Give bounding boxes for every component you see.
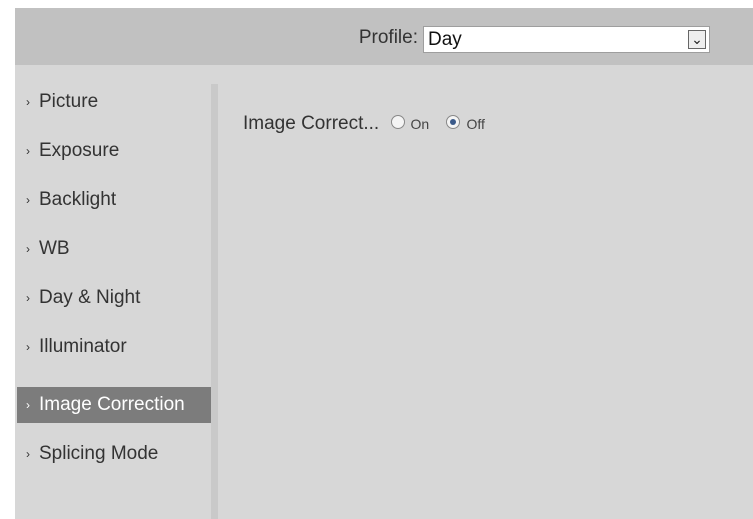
sidebar-item-exposure[interactable]: › Exposure [17,133,211,169]
bullet-icon: › [26,95,30,109]
sidebar-item-image-correction[interactable]: › Image Correction [17,387,211,423]
sidebar-divider [211,84,218,519]
bullet-icon: › [26,398,30,412]
profile-label: Profile: [358,27,418,48]
sidebar-item-splicing-mode[interactable]: › Splicing Mode [17,436,211,472]
bullet-icon: › [26,291,30,305]
bullet-icon: › [26,242,30,256]
settings-panel: Profile: Day ⌄ › Picture › Exposure › Backl… [15,8,753,519]
radio-off[interactable] [446,115,461,130]
profile-select[interactable]: Day ⌄ [423,26,710,53]
radio-on-label: On [410,116,430,132]
sidebar: › Picture › Exposure › Backlight › WB › Day &… [15,84,211,519]
radio-on[interactable] [390,115,405,130]
chevron-down-icon[interactable]: ⌄ [688,30,706,49]
sidebar-item-backlight[interactable]: › Backlight [17,182,211,218]
bullet-icon: › [26,340,30,354]
radio-off-label: Off [466,116,485,132]
sidebar-item-wb[interactable]: › WB [17,231,211,267]
sidebar-item-illuminator[interactable]: › Illuminator [17,329,211,365]
bullet-icon: › [26,193,30,207]
bullet-icon: › [26,447,30,461]
profile-value: Day [428,29,462,50]
sidebar-item-picture[interactable]: › Picture [17,84,211,120]
image-correction-row: Image Correct... On Off [243,112,491,136]
field-label: Image Correct... [243,113,380,134]
profile-bar: Profile: Day ⌄ [15,8,753,65]
bullet-icon: › [26,144,30,158]
sidebar-item-day-night[interactable]: › Day & Night [17,280,211,316]
